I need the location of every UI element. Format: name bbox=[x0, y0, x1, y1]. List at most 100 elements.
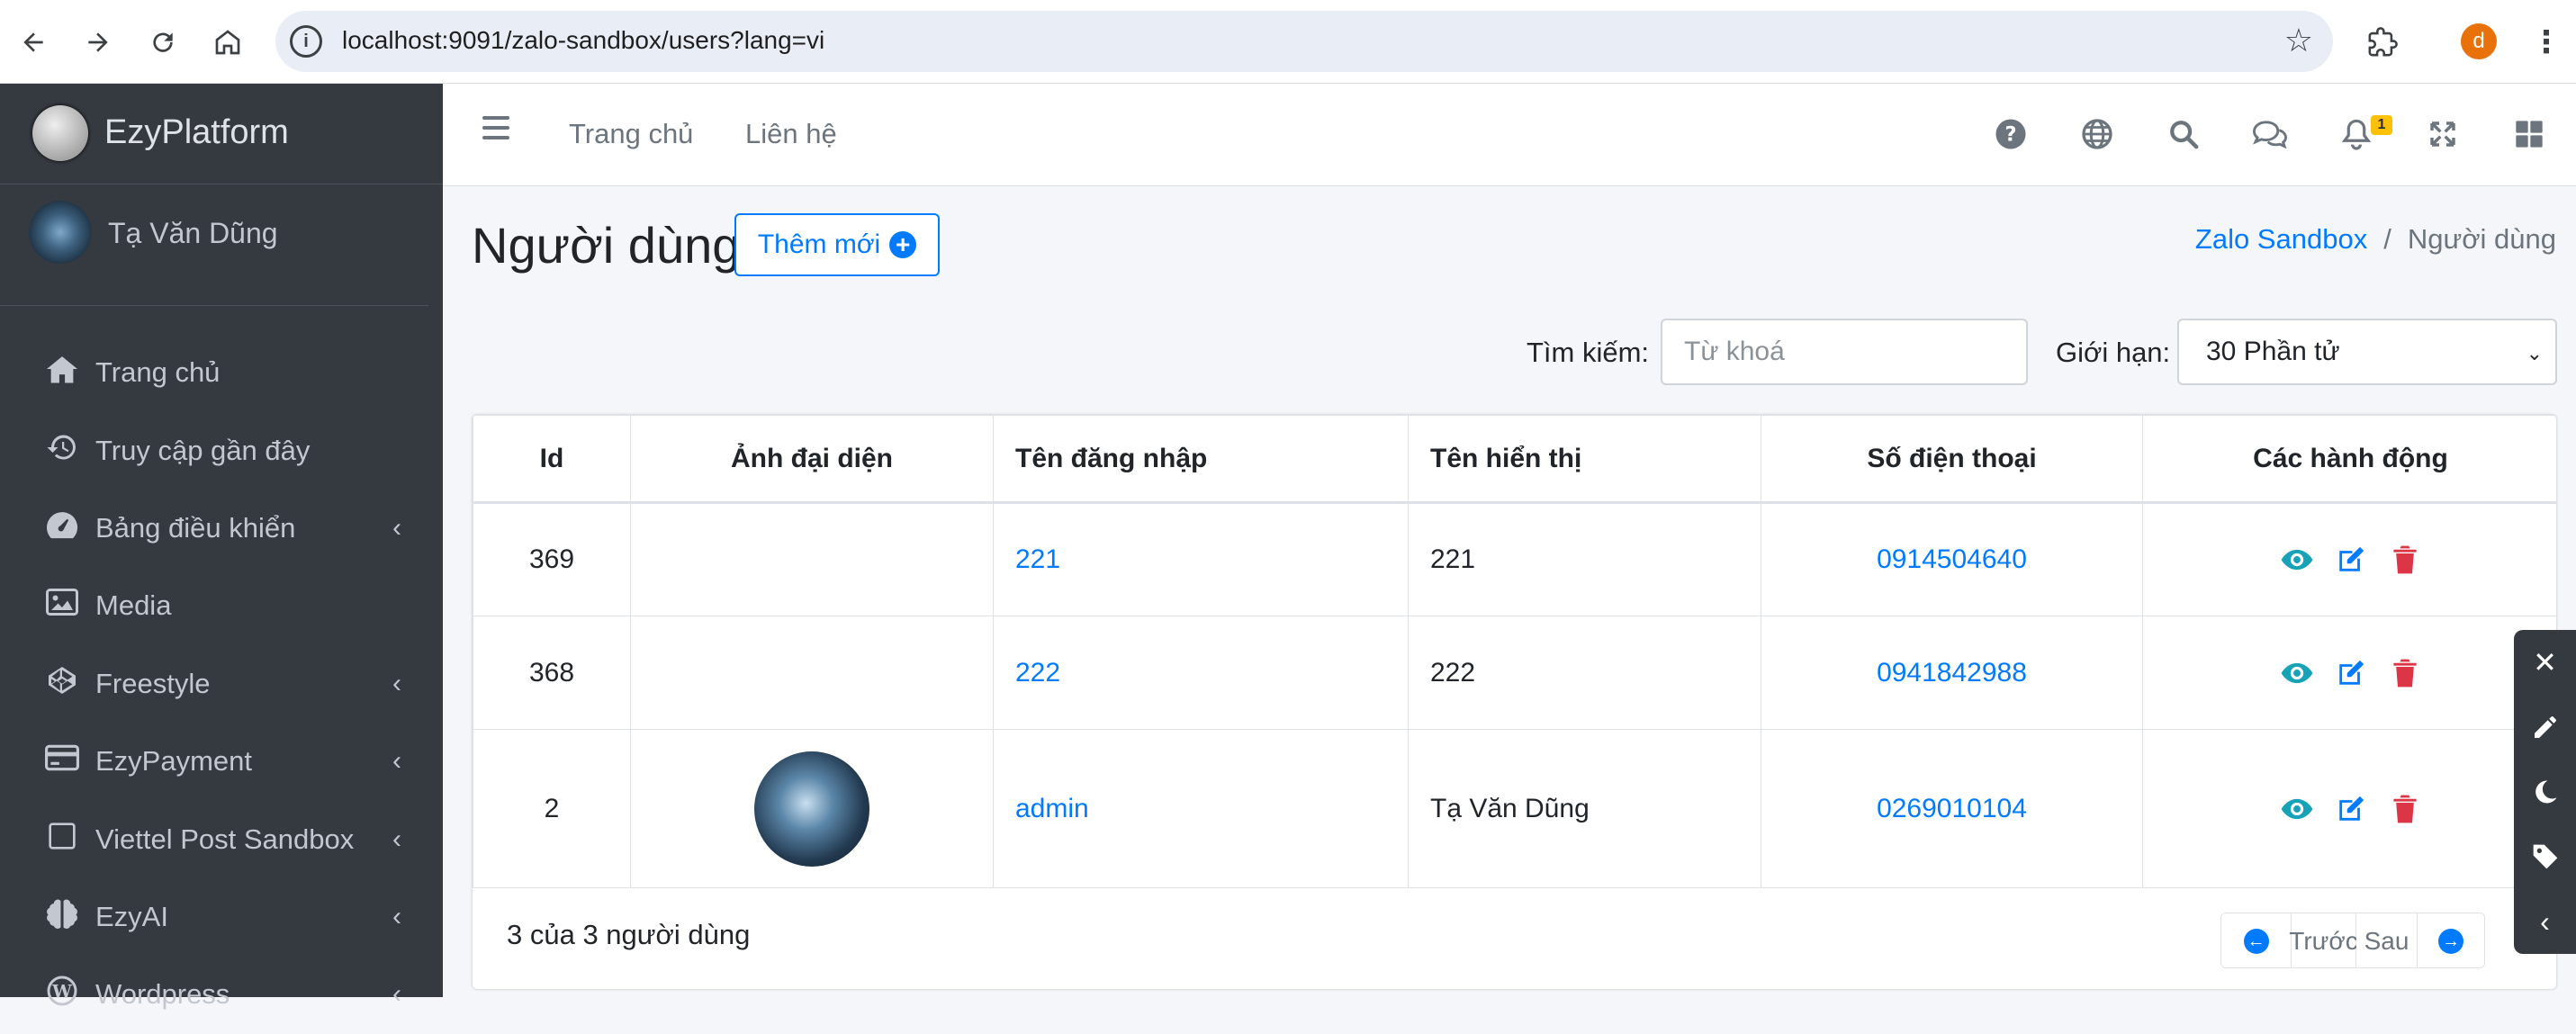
search-icon[interactable] bbox=[2164, 114, 2203, 154]
square-icon bbox=[43, 822, 81, 858]
cell-avatar bbox=[630, 616, 994, 730]
search-input[interactable] bbox=[1661, 319, 2028, 385]
cell-phone-link[interactable]: 0941842988 bbox=[1761, 616, 2143, 730]
sidebar-item-ezypayment[interactable]: EzyPayment ‹ bbox=[0, 723, 443, 800]
sidebar-item-recent[interactable]: Truy cập gần đây bbox=[0, 411, 443, 489]
breadcrumb-link-zalo-sandbox[interactable]: Zalo Sandbox bbox=[2195, 223, 2367, 255]
view-eye-icon[interactable] bbox=[2280, 543, 2314, 577]
extensions-icon[interactable] bbox=[2358, 18, 2407, 67]
brand-link[interactable]: EzyPlatform bbox=[0, 84, 443, 184]
chevron-left-icon: ‹ bbox=[392, 746, 401, 777]
column-header-id[interactable]: Id bbox=[473, 415, 631, 504]
fullscreen-icon[interactable] bbox=[2423, 114, 2463, 154]
site-info-icon[interactable]: i bbox=[290, 25, 322, 58]
column-header-display-name[interactable]: Tên hiển thị bbox=[1408, 415, 1761, 504]
image-icon bbox=[43, 589, 81, 623]
user-name[interactable]: Tạ Văn Dũng bbox=[108, 217, 278, 250]
delete-trash-icon[interactable] bbox=[2388, 656, 2422, 690]
cell-username-link[interactable]: 221 bbox=[993, 502, 1409, 616]
close-icon[interactable]: ✕ bbox=[2514, 630, 2576, 695]
add-new-button[interactable]: Thêm mới + bbox=[734, 213, 940, 276]
edit-icon[interactable] bbox=[2334, 543, 2368, 577]
globe-icon[interactable] bbox=[2077, 114, 2117, 154]
sidebar: EzyPlatform Tạ Văn Dũng Trang chủ Truy c… bbox=[0, 84, 443, 1010]
chevron-down-icon: ⌄ bbox=[2526, 342, 2543, 364]
menu-toggle-icon[interactable] bbox=[482, 116, 509, 139]
pencil-icon[interactable] bbox=[2514, 695, 2576, 760]
brain-icon bbox=[43, 898, 81, 936]
next-page-text[interactable]: Sau bbox=[2356, 913, 2418, 967]
sidebar-item-ezyai[interactable]: EzyAI ‹ bbox=[0, 878, 443, 956]
tag-icon[interactable] bbox=[2514, 824, 2576, 889]
apps-grid-icon[interactable] bbox=[2509, 114, 2549, 154]
delete-trash-icon[interactable] bbox=[2388, 543, 2422, 577]
table-row: 369 221 221 0914504640 bbox=[473, 502, 2556, 616]
cell-actions bbox=[2142, 616, 2556, 730]
user-avatar-image[interactable] bbox=[754, 751, 869, 867]
svg-text:W: W bbox=[51, 982, 73, 1003]
delete-trash-icon[interactable] bbox=[2388, 792, 2422, 826]
column-header-phone[interactable]: Số điện thoại bbox=[1761, 415, 2143, 504]
sidebar-item-media[interactable]: Media bbox=[0, 567, 443, 644]
sidebar-item-label: Viettel Post Sandbox bbox=[95, 823, 355, 855]
limit-select[interactable]: 30 Phần tử ⌄ bbox=[2177, 319, 2557, 385]
user-avatar[interactable] bbox=[29, 201, 92, 264]
nav-link-home[interactable]: Trang chủ bbox=[569, 118, 693, 150]
moon-icon[interactable] bbox=[2514, 760, 2576, 824]
breadcrumb-current: Người dùng bbox=[2407, 223, 2556, 255]
floating-toolbar: ✕ ‹ bbox=[2514, 630, 2576, 954]
arrow-left-circle-icon: ← bbox=[2243, 929, 2269, 954]
cell-username-link[interactable]: 222 bbox=[993, 616, 1409, 730]
chevron-left-icon: ‹ bbox=[392, 901, 401, 931]
bookmark-star-icon[interactable]: ☆ bbox=[2284, 22, 2313, 59]
sidebar-item-viettel-post[interactable]: Viettel Post Sandbox ‹ bbox=[0, 800, 443, 877]
arrow-right-circle-icon: → bbox=[2438, 929, 2463, 954]
browser-menu-icon[interactable]: ⋮ bbox=[2522, 18, 2571, 67]
cell-display-name: Tạ Văn Dũng bbox=[1408, 729, 1761, 888]
pagination: ← Trước Sau → bbox=[2220, 913, 2485, 968]
browser-toolbar: i localhost:9091/zalo-sandbox/users?lang… bbox=[0, 0, 2576, 84]
brand-name: EzyPlatform bbox=[104, 113, 289, 151]
edit-icon[interactable] bbox=[2334, 656, 2368, 690]
chevron-left-icon[interactable]: ‹ bbox=[2514, 889, 2576, 954]
add-button-label: Thêm mới bbox=[757, 229, 881, 259]
sidebar-item-home[interactable]: Trang chủ bbox=[0, 334, 443, 411]
sidebar-item-freestyle[interactable]: Freestyle ‹ bbox=[0, 645, 443, 723]
url-text[interactable]: localhost:9091/zalo-sandbox/users?lang=v… bbox=[342, 26, 824, 55]
sidebar-item-label: EzyPayment bbox=[95, 745, 253, 778]
cell-phone-link[interactable]: 0914504640 bbox=[1761, 502, 2143, 616]
dashboard-icon bbox=[43, 509, 81, 547]
comments-icon[interactable] bbox=[2250, 114, 2290, 154]
limit-label: Giới hạn: bbox=[2056, 337, 2171, 368]
breadcrumb: Zalo Sandbox / Người dùng bbox=[2195, 223, 2556, 256]
view-eye-icon[interactable] bbox=[2280, 656, 2314, 690]
reload-icon[interactable] bbox=[139, 18, 187, 67]
home-browser-icon[interactable] bbox=[203, 18, 252, 67]
profile-avatar[interactable]: d bbox=[2461, 23, 2497, 59]
forward-icon[interactable] bbox=[74, 18, 122, 67]
users-table-card: Id Ảnh đại diện Tên đăng nhập Tên hiển t… bbox=[472, 414, 2557, 990]
plus-circle-icon: + bbox=[889, 231, 917, 258]
chevron-left-icon: ‹ bbox=[392, 668, 401, 698]
prev-page-text[interactable]: Trước bbox=[2289, 913, 2358, 967]
sidebar-item-label: Freestyle bbox=[95, 667, 211, 699]
sidebar-item-label: Truy cập gần đây bbox=[95, 434, 311, 466]
help-icon[interactable]: ? bbox=[1991, 114, 2031, 154]
back-icon[interactable] bbox=[9, 18, 58, 67]
edit-icon[interactable] bbox=[2334, 792, 2368, 826]
cell-phone-link[interactable]: 0269010104 bbox=[1761, 729, 2143, 888]
sidebar-item-wordpress[interactable]: W Wordpress ‹ bbox=[0, 956, 443, 1033]
search-label: Tìm kiếm: bbox=[1527, 337, 1650, 368]
cell-avatar bbox=[630, 729, 994, 888]
view-eye-icon[interactable] bbox=[2280, 792, 2314, 826]
cell-username-link[interactable]: admin bbox=[993, 729, 1409, 888]
nav-link-contact[interactable]: Liên hệ bbox=[745, 118, 837, 150]
column-header-username[interactable]: Tên đăng nhập bbox=[993, 415, 1409, 504]
sidebar-item-label: Bảng điều khiển bbox=[95, 511, 296, 544]
sidebar-item-dashboard[interactable]: Bảng điều khiển ‹ bbox=[0, 490, 443, 567]
next-page-button[interactable]: → bbox=[2418, 913, 2484, 967]
column-header-avatar[interactable]: Ảnh đại diện bbox=[630, 415, 994, 504]
address-bar[interactable]: i localhost:9091/zalo-sandbox/users?lang… bbox=[275, 11, 2333, 72]
sidebar-item-label: Wordpress bbox=[95, 978, 230, 1011]
prev-page-button[interactable]: ← bbox=[2221, 913, 2292, 967]
